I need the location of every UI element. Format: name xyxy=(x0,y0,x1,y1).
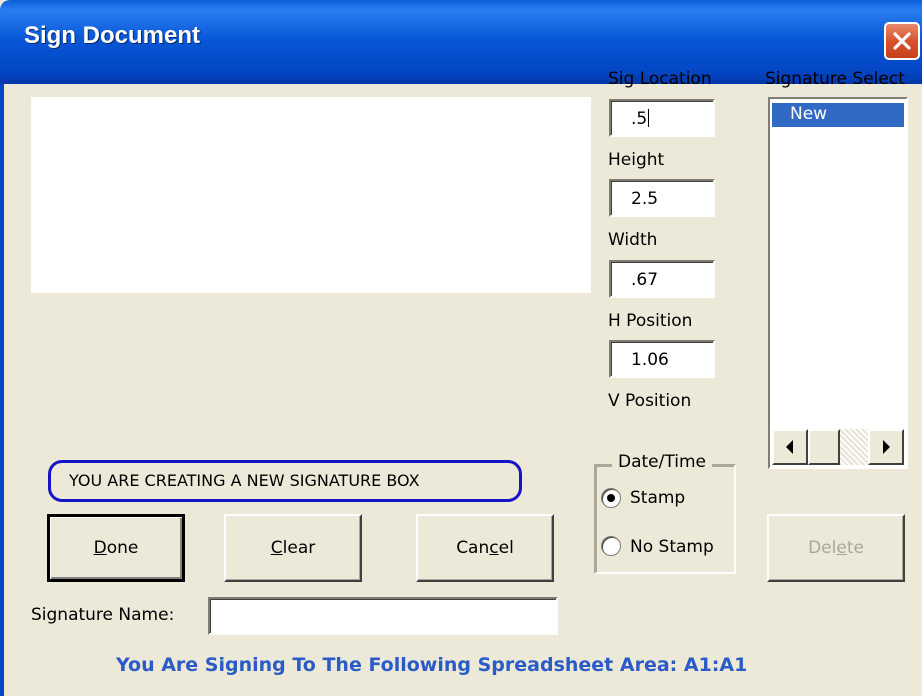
delete-accel: e xyxy=(836,538,847,558)
width-label: Width xyxy=(608,230,658,250)
h-position-value: 1.06 xyxy=(631,350,669,370)
no-stamp-radio[interactable] xyxy=(601,536,621,556)
height-label: Height xyxy=(608,150,665,170)
width-input[interactable]: .67 xyxy=(609,260,715,298)
cancel-label-pre: Can xyxy=(456,538,490,558)
cancel-label-post: el xyxy=(498,538,514,558)
width-value: .67 xyxy=(631,270,659,290)
done-button[interactable]: Done xyxy=(47,514,185,582)
sig-location-value: .5 xyxy=(631,109,648,129)
sig-location-label: Sig Location xyxy=(608,69,712,89)
text-cursor xyxy=(648,109,650,127)
no-stamp-label[interactable]: No Stamp xyxy=(630,537,714,557)
radio-selected-dot xyxy=(607,494,615,502)
clear-label-post: lear xyxy=(282,538,316,558)
sig-location-input[interactable]: .5 xyxy=(609,99,715,137)
scroll-track[interactable] xyxy=(840,429,868,465)
delete-label-post: te xyxy=(846,538,864,558)
scroll-left-button[interactable] xyxy=(772,429,808,465)
date-time-title: Date/Time xyxy=(612,452,712,472)
arrow-left-icon xyxy=(786,440,793,454)
clear-button[interactable]: Clear xyxy=(224,514,362,582)
stamp-label[interactable]: Stamp xyxy=(630,488,685,508)
horizontal-scrollbar[interactable] xyxy=(772,429,904,465)
close-icon xyxy=(893,32,911,50)
arrow-right-icon xyxy=(883,440,890,454)
done-accel: D xyxy=(93,538,107,558)
delete-button[interactable]: Delete xyxy=(767,514,905,582)
scroll-right-button[interactable] xyxy=(868,429,904,465)
clear-accel: C xyxy=(270,538,283,558)
signature-preview-area[interactable] xyxy=(31,97,591,293)
window-title: Sign Document xyxy=(24,22,201,49)
date-time-group xyxy=(594,464,736,574)
signature-name-input[interactable] xyxy=(208,597,558,635)
height-input[interactable]: 2.5 xyxy=(609,179,715,217)
cancel-button[interactable]: Cancel xyxy=(416,514,554,582)
signature-select-list[interactable]: New xyxy=(768,97,908,469)
cancel-accel: c xyxy=(489,538,499,558)
signature-select-label: Signature Select xyxy=(765,69,905,89)
signature-name-label: Signature Name: xyxy=(31,605,175,625)
h-position-label: H Position xyxy=(608,311,693,331)
list-item-new[interactable]: New xyxy=(772,103,904,127)
delete-label-pre: Del xyxy=(808,538,837,558)
v-position-label: V Position xyxy=(608,391,692,411)
scroll-thumb[interactable] xyxy=(808,429,840,465)
status-notice: YOU ARE CREATING A NEW SIGNATURE BOX xyxy=(48,460,522,502)
signing-area-message: You Are Signing To The Following Spreads… xyxy=(116,654,748,676)
height-value: 2.5 xyxy=(631,189,659,209)
done-label-post: one xyxy=(106,538,139,558)
h-position-input[interactable]: 1.06 xyxy=(609,340,715,378)
stamp-radio[interactable] xyxy=(601,488,621,508)
close-button[interactable] xyxy=(884,22,920,60)
window-border xyxy=(0,84,4,696)
